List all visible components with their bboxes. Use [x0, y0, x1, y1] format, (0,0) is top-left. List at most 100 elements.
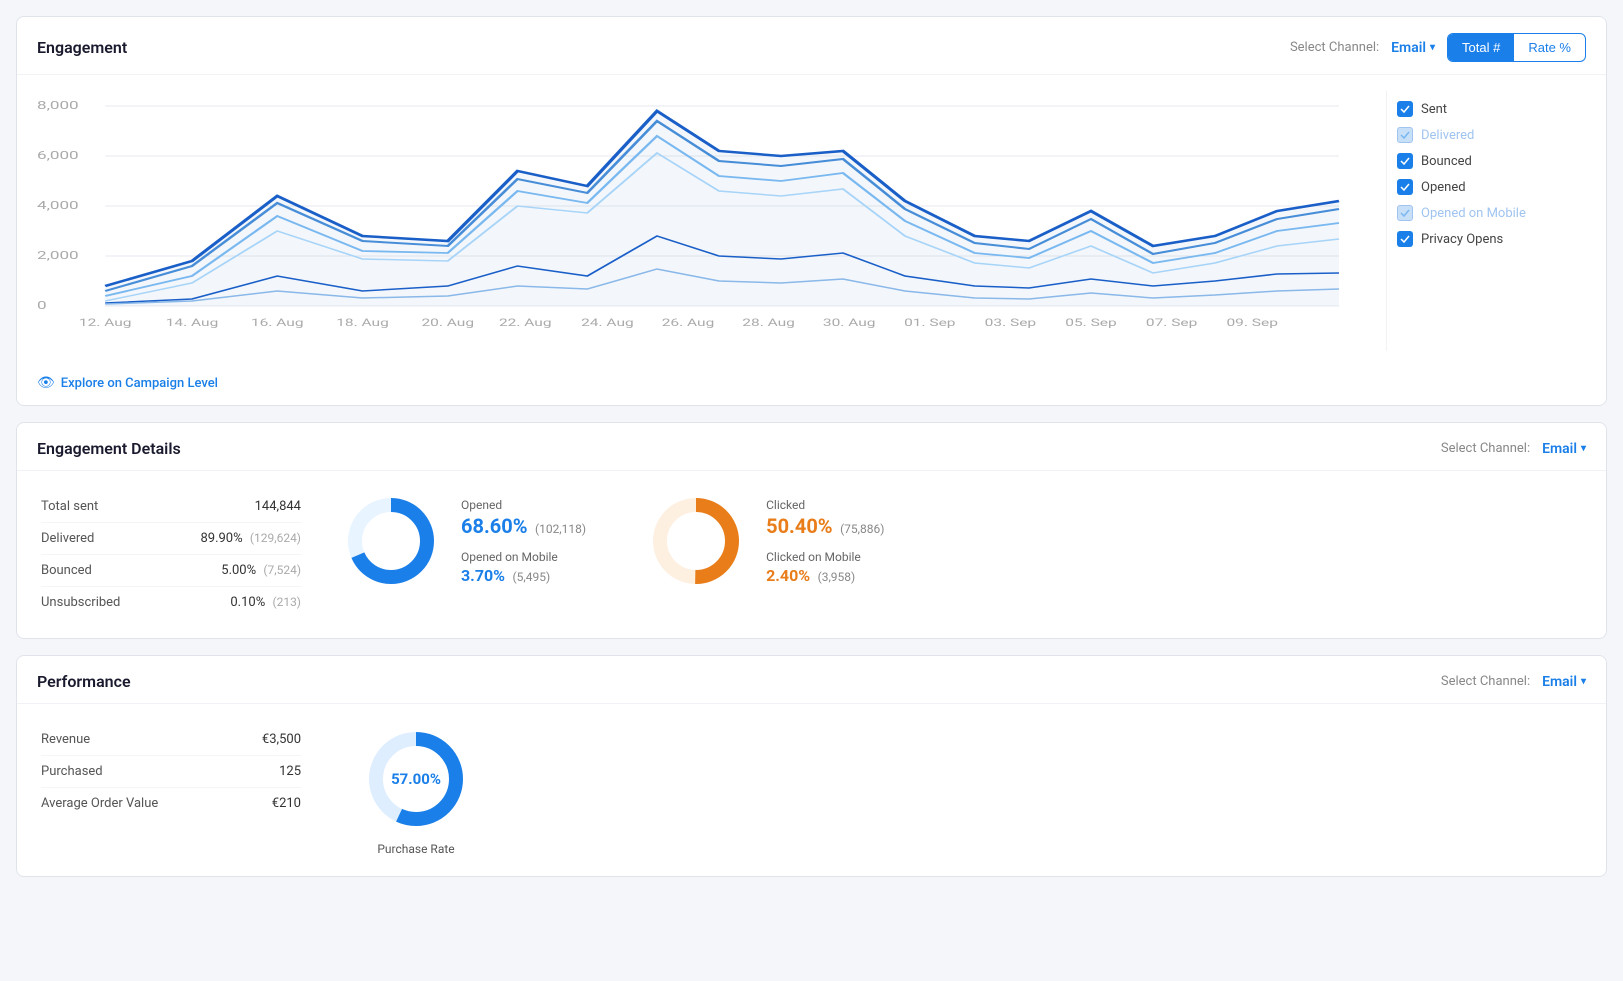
engagement-controls: Select Channel: Email ▾ Total # Rate % — [1290, 33, 1586, 62]
bounced-value: 5.00% (7,524) — [221, 563, 301, 578]
purchase-rate-wrapper: 57.00% Purchase Rate — [361, 724, 471, 856]
stat-row-total-sent: Total sent 144,844 — [41, 491, 301, 523]
opened-metric-label: Opened — [461, 498, 586, 512]
clicked-mobile-metric-label: Clicked on Mobile — [766, 550, 884, 564]
opened-metric: Opened 68.60% (102,118) — [461, 498, 586, 538]
opened-mobile-metric: Opened on Mobile 3.70% (5,495) — [461, 550, 586, 585]
chevron-down-icon: ▾ — [1430, 42, 1435, 53]
svg-text:16. Aug: 16. Aug — [251, 318, 304, 330]
legend-label-sent: Sent — [1421, 102, 1447, 117]
delivered-checkbox[interactable] — [1397, 127, 1413, 143]
clicked-donut-info: Clicked 50.40% (75,886) Clicked on Mobil… — [766, 498, 884, 585]
total-sent-value: 144,844 — [255, 499, 301, 514]
avg-order-label: Average Order Value — [41, 796, 158, 811]
unsubscribed-value: 0.10% (213) — [230, 595, 301, 610]
clicked-metric-label: Clicked — [766, 498, 884, 512]
engagement-details-header: Engagement Details Select Channel: Email… — [17, 423, 1606, 471]
opened-checkbox[interactable] — [1397, 179, 1413, 195]
stat-row-delivered: Delivered 89.90% (129,624) — [41, 523, 301, 555]
legend-item-delivered[interactable]: Delivered — [1397, 127, 1586, 143]
engagement-card: Engagement Select Channel: Email ▾ Total… — [16, 16, 1607, 406]
opened-donut-info: Opened 68.60% (102,118) Opened on Mobile… — [461, 498, 586, 585]
engagement-details-card: Engagement Details Select Channel: Email… — [16, 422, 1607, 639]
eye-icon: 👁 — [37, 375, 55, 391]
legend-item-privacy-opens[interactable]: Privacy Opens — [1397, 231, 1586, 247]
explore-link-text: Explore on Campaign Level — [61, 376, 218, 391]
engagement-chart-svg: 8,000 6,000 4,000 2,000 0 — [37, 91, 1370, 351]
donut-section: Opened 68.60% (102,118) Opened on Mobile… — [341, 491, 884, 591]
performance-controls: Select Channel: Email ▾ — [1441, 674, 1586, 690]
bounced-label: Bounced — [41, 563, 92, 578]
view-toggle-group: Total # Rate % — [1447, 33, 1586, 62]
legend-label-delivered: Delivered — [1421, 128, 1474, 143]
svg-text:8,000: 8,000 — [37, 99, 79, 112]
opened-metric-value: 68.60% (102,118) — [461, 514, 586, 538]
bounced-checkbox[interactable] — [1397, 153, 1413, 169]
opened-donut-container — [341, 491, 441, 591]
details-channel-select[interactable]: Email ▾ — [1542, 441, 1586, 457]
rate-toggle-button[interactable]: Rate % — [1514, 34, 1585, 61]
performance-card: Performance Select Channel: Email ▾ Reve… — [16, 655, 1607, 877]
revenue-label: Revenue — [41, 732, 90, 747]
legend-label-opened-mobile: Opened on Mobile — [1421, 206, 1526, 221]
perf-channel-select[interactable]: Email ▾ — [1542, 674, 1586, 690]
explore-campaign-link[interactable]: 👁 Explore on Campaign Level — [17, 367, 1606, 405]
delivered-value: 89.90% (129,624) — [200, 531, 301, 546]
svg-text:22. Aug: 22. Aug — [499, 318, 552, 330]
legend-item-opened-mobile[interactable]: Opened on Mobile — [1397, 205, 1586, 221]
svg-text:26. Aug: 26. Aug — [662, 318, 715, 330]
stat-row-purchased: Purchased 125 — [41, 756, 301, 788]
engagement-details-title: Engagement Details — [37, 439, 181, 458]
purchased-value: 125 — [279, 764, 301, 779]
select-channel-label: Select Channel: — [1290, 40, 1379, 55]
performance-header: Performance Select Channel: Email ▾ — [17, 656, 1606, 704]
stat-row-revenue: Revenue €3,500 — [41, 724, 301, 756]
performance-body: Revenue €3,500 Purchased 125 Average Ord… — [17, 704, 1606, 876]
legend-item-opened[interactable]: Opened — [1397, 179, 1586, 195]
legend-item-sent[interactable]: Sent — [1397, 101, 1586, 117]
engagement-stats-table: Total sent 144,844 Delivered 89.90% (129… — [41, 491, 301, 618]
svg-text:01. Sep: 01. Sep — [904, 318, 955, 330]
svg-text:4,000: 4,000 — [37, 199, 79, 212]
opened-mobile-metric-label: Opened on Mobile — [461, 550, 586, 564]
privacy-opens-checkbox[interactable] — [1397, 231, 1413, 247]
clicked-donut-container — [646, 491, 746, 591]
total-toggle-button[interactable]: Total # — [1448, 34, 1514, 61]
engagement-details-controls: Select Channel: Email ▾ — [1441, 441, 1586, 457]
legend-item-bounced[interactable]: Bounced — [1397, 153, 1586, 169]
details-chevron-down-icon: ▾ — [1581, 443, 1586, 454]
clicked-metric-value: 50.40% (75,886) — [766, 514, 884, 538]
svg-text:0: 0 — [37, 299, 47, 312]
opened-mobile-checkbox[interactable] — [1397, 205, 1413, 221]
opened-mobile-metric-value: 3.70% (5,495) — [461, 566, 586, 585]
engagement-channel-select[interactable]: Email ▾ — [1391, 40, 1435, 56]
performance-title: Performance — [37, 672, 131, 691]
clicked-donut-svg — [646, 491, 746, 591]
sent-checkbox[interactable] — [1397, 101, 1413, 117]
opened-donut-svg — [341, 491, 441, 591]
avg-order-value: €210 — [272, 796, 301, 811]
engagement-header: Engagement Select Channel: Email ▾ Total… — [17, 17, 1606, 75]
engagement-body: 8,000 6,000 4,000 2,000 0 — [17, 75, 1606, 367]
purchase-rate-label: Purchase Rate — [377, 842, 454, 856]
delivered-label: Delivered — [41, 531, 94, 546]
purchase-rate-donut: 57.00% — [361, 724, 471, 834]
svg-text:07. Sep: 07. Sep — [1146, 318, 1197, 330]
svg-text:6,000: 6,000 — [37, 149, 79, 162]
clicked-donut-wrapper: Clicked 50.40% (75,886) Clicked on Mobil… — [646, 491, 884, 591]
engagement-chart: 8,000 6,000 4,000 2,000 0 — [37, 91, 1370, 351]
legend-label-bounced: Bounced — [1421, 154, 1472, 169]
stat-row-bounced: Bounced 5.00% (7,524) — [41, 555, 301, 587]
chart-legend: Sent Delivered Bounced — [1386, 91, 1586, 351]
stat-row-unsubscribed: Unsubscribed 0.10% (213) — [41, 587, 301, 618]
svg-text:09. Sep: 09. Sep — [1226, 318, 1277, 330]
svg-text:24. Aug: 24. Aug — [581, 318, 634, 330]
engagement-details-body: Total sent 144,844 Delivered 89.90% (129… — [17, 471, 1606, 638]
perf-select-channel-label: Select Channel: — [1441, 674, 1530, 689]
svg-text:05. Sep: 05. Sep — [1065, 318, 1116, 330]
revenue-value: €3,500 — [262, 732, 301, 747]
svg-text:20. Aug: 20. Aug — [421, 318, 474, 330]
svg-text:30. Aug: 30. Aug — [823, 318, 876, 330]
svg-text:03. Sep: 03. Sep — [985, 318, 1036, 330]
clicked-metric: Clicked 50.40% (75,886) — [766, 498, 884, 538]
